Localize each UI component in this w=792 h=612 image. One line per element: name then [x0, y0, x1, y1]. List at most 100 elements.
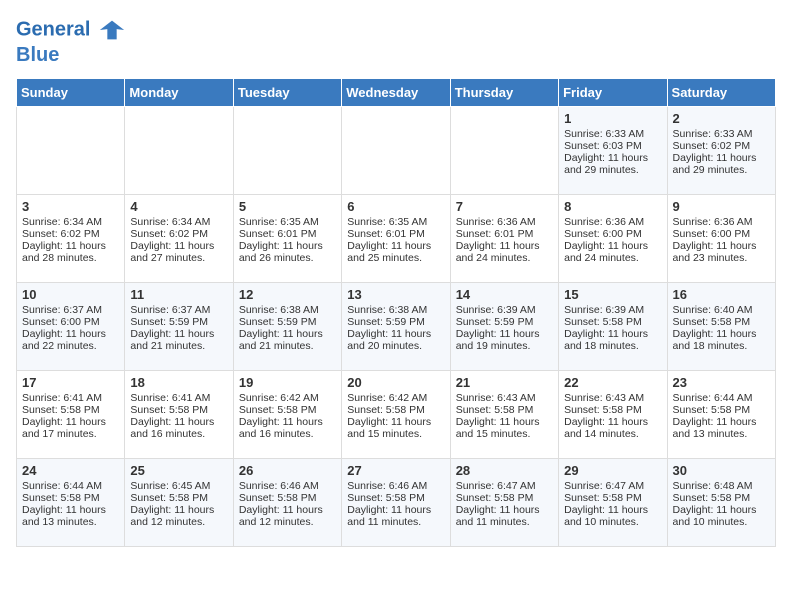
calendar-cell: 1Sunrise: 6:33 AMSunset: 6:03 PMDaylight… [559, 107, 667, 195]
calendar-cell: 8 Sunrise: 6:36 AMSunset: 6:00 PMDaylight… [559, 195, 667, 283]
calendar-cell: 27Sunrise: 6:46 AMSunset: 5:58 PMDayligh… [342, 459, 450, 547]
day-info: Sunrise: 6:46 AM [239, 480, 336, 492]
calendar-cell: 3Sunrise: 6:34 AMSunset: 6:02 PMDaylight… [17, 195, 125, 283]
calendar-cell [125, 107, 233, 195]
day-info: Sunset: 5:58 PM [673, 404, 770, 416]
calendar-cell: 5Sunrise: 6:35 AMSunset: 6:01 PMDaylight… [233, 195, 341, 283]
day-info: Sunset: 5:58 PM [239, 404, 336, 416]
day-number: 30 [673, 463, 770, 478]
day-info: Sunrise: 6:39 AM [456, 304, 553, 316]
day-info: Daylight: 11 hours and 29 minutes. [673, 152, 770, 176]
day-info: Sunrise: 6:36 AM [564, 216, 661, 228]
calendar-cell: 26Sunrise: 6:46 AMSunset: 5:58 PMDayligh… [233, 459, 341, 547]
day-info: Sunrise: 6:33 AM [673, 128, 770, 140]
day-info: Sunset: 5:58 PM [130, 404, 227, 416]
weekday-header: Thursday [450, 79, 558, 107]
day-info: Daylight: 11 hours and 11 minutes. [347, 504, 444, 528]
day-number: 10 [22, 287, 119, 302]
logo-general: General [16, 18, 90, 40]
day-info: Sunrise: 6:42 AM [347, 392, 444, 404]
calendar-cell [450, 107, 558, 195]
day-info: Daylight: 11 hours and 12 minutes. [239, 504, 336, 528]
day-info: Sunrise: 6:48 AM [673, 480, 770, 492]
day-number: 25 [130, 463, 227, 478]
day-number: 18 [130, 375, 227, 390]
day-info: Sunset: 5:59 PM [130, 316, 227, 328]
calendar-cell: 14 Sunrise: 6:39 AMSunset: 5:59 PMDayligh… [450, 283, 558, 371]
day-number: 8 [564, 199, 661, 214]
day-info: Sunset: 5:58 PM [673, 316, 770, 328]
calendar-cell [233, 107, 341, 195]
day-number: 14 [456, 287, 553, 302]
day-info: Daylight: 11 hours and 18 minutes. [673, 328, 770, 352]
day-info: Sunrise: 6:43 AM [456, 392, 553, 404]
day-info: Sunset: 5:58 PM [564, 492, 661, 504]
calendar-cell: 29 Sunrise: 6:47 AMSunset: 5:58 PMDayligh… [559, 459, 667, 547]
day-number: 1 [564, 111, 661, 126]
day-info: Sunset: 5:58 PM [564, 316, 661, 328]
day-info: Sunset: 5:59 PM [456, 316, 553, 328]
day-number: 17 [22, 375, 119, 390]
day-number: 21 [456, 375, 553, 390]
day-info: Sunset: 5:58 PM [456, 492, 553, 504]
day-info: Daylight: 11 hours and 24 minutes. [456, 240, 553, 264]
day-number: 19 [239, 375, 336, 390]
day-info: Sunset: 6:01 PM [456, 228, 553, 240]
day-info: Sunrise: 6:47 AM [564, 480, 661, 492]
weekday-header: Tuesday [233, 79, 341, 107]
calendar-cell: 7Sunrise: 6:36 AMSunset: 6:01 PMDaylight… [450, 195, 558, 283]
day-info: Sunset: 6:00 PM [564, 228, 661, 240]
day-number: 2 [673, 111, 770, 126]
day-info: Sunrise: 6:45 AM [130, 480, 227, 492]
weekday-header: Monday [125, 79, 233, 107]
day-number: 11 [130, 287, 227, 302]
day-number: 27 [347, 463, 444, 478]
calendar-cell: 13Sunrise: 6:38 AMSunset: 5:59 PMDayligh… [342, 283, 450, 371]
day-info: Daylight: 11 hours and 25 minutes. [347, 240, 444, 264]
day-info: Sunset: 5:58 PM [347, 404, 444, 416]
day-info: Daylight: 11 hours and 11 minutes. [456, 504, 553, 528]
day-number: 23 [673, 375, 770, 390]
day-number: 6 [347, 199, 444, 214]
day-number: 15 [564, 287, 661, 302]
day-info: Daylight: 11 hours and 16 minutes. [239, 416, 336, 440]
day-info: Daylight: 11 hours and 21 minutes. [239, 328, 336, 352]
day-info: Sunrise: 6:36 AM [456, 216, 553, 228]
day-info: Daylight: 11 hours and 21 minutes. [130, 328, 227, 352]
calendar-cell: 16Sunrise: 6:40 AMSunset: 5:58 PMDayligh… [667, 283, 775, 371]
day-info: Daylight: 11 hours and 10 minutes. [673, 504, 770, 528]
weekday-header: Sunday [17, 79, 125, 107]
day-info: Sunset: 6:00 PM [22, 316, 119, 328]
calendar-cell: 6Sunrise: 6:35 AMSunset: 6:01 PMDaylight… [342, 195, 450, 283]
day-info: Sunrise: 6:39 AM [564, 304, 661, 316]
day-info: Daylight: 11 hours and 10 minutes. [564, 504, 661, 528]
day-info: Sunrise: 6:37 AM [22, 304, 119, 316]
day-info: Daylight: 11 hours and 15 minutes. [456, 416, 553, 440]
day-info: Sunrise: 6:40 AM [673, 304, 770, 316]
day-info: Sunrise: 6:38 AM [239, 304, 336, 316]
calendar-cell: 15Sunrise: 6:39 AMSunset: 5:58 PMDayligh… [559, 283, 667, 371]
weekday-header: Friday [559, 79, 667, 107]
day-number: 12 [239, 287, 336, 302]
day-info: Sunrise: 6:43 AM [564, 392, 661, 404]
calendar-cell: 20Sunrise: 6:42 AMSunset: 5:58 PMDayligh… [342, 371, 450, 459]
day-info: Daylight: 11 hours and 16 minutes. [130, 416, 227, 440]
day-info: Daylight: 11 hours and 12 minutes. [130, 504, 227, 528]
day-number: 20 [347, 375, 444, 390]
day-info: Sunset: 5:58 PM [239, 492, 336, 504]
day-number: 4 [130, 199, 227, 214]
day-number: 29 [564, 463, 661, 478]
day-info: Daylight: 11 hours and 24 minutes. [564, 240, 661, 264]
day-info: Daylight: 11 hours and 13 minutes. [673, 416, 770, 440]
day-info: Daylight: 11 hours and 29 minutes. [564, 152, 661, 176]
calendar-cell: 23Sunrise: 6:44 AMSunset: 5:58 PMDayligh… [667, 371, 775, 459]
day-info: Sunrise: 6:38 AM [347, 304, 444, 316]
day-info: Sunrise: 6:46 AM [347, 480, 444, 492]
day-info: Daylight: 11 hours and 19 minutes. [456, 328, 553, 352]
day-info: Sunrise: 6:34 AM [22, 216, 119, 228]
logo-bird-icon [98, 16, 126, 44]
calendar-cell [17, 107, 125, 195]
day-number: 28 [456, 463, 553, 478]
calendar-cell: 19Sunrise: 6:42 AMSunset: 5:58 PMDayligh… [233, 371, 341, 459]
day-number: 22 [564, 375, 661, 390]
